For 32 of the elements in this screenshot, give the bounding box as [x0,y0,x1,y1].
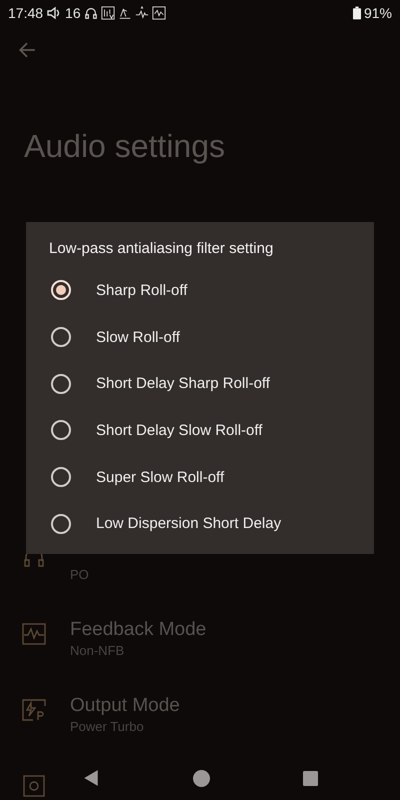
volume-level: 16 [65,5,81,21]
radio-button[interactable] [51,327,71,348]
recents-icon[interactable] [302,770,318,786]
equalizer-icon [100,6,115,20]
clock: 17:48 [8,5,44,21]
option-label[interactable]: Sharp Roll-off [96,282,188,299]
battery-icon [352,6,361,20]
setting-title: Feedback Mode [70,618,206,642]
option-label[interactable]: Low Dispersion Short Delay [96,515,282,532]
headphones-icon [84,6,98,20]
option-label[interactable]: Super Slow Roll-off [96,468,224,486]
back-icon[interactable] [82,769,100,787]
dialog-title: Low-pass antialiasing filter setting [48,240,274,259]
option-label[interactable]: Slow Roll-off [96,328,180,346]
page-title: Audio settings [24,127,226,166]
radio-button[interactable] [51,280,71,300]
option-label[interactable]: Short Delay Sharp Roll-off [96,375,270,392]
radio-button[interactable] [51,467,71,488]
radio-button[interactable] [51,420,71,440]
lightning-icon [22,698,46,722]
home-icon[interactable] [192,770,210,786]
setting-value: Power Turbo [70,718,145,736]
setting-value: PO [70,566,89,584]
setting-value: Non-NFB [70,642,126,660]
setting-title: Output Mode [70,694,180,718]
chip-icon [22,774,46,798]
waveform-icon [22,622,46,646]
radio-button[interactable] [51,514,71,534]
waveform-icon [152,6,166,20]
option-label[interactable]: Short Delay Slow Roll-off [96,422,262,439]
battery-level: 91% [364,5,392,21]
radio-button[interactable] [51,374,71,394]
